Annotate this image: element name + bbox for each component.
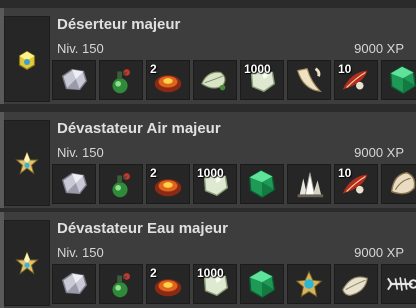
- drop-slot[interactable]: 2: [146, 264, 190, 304]
- yellow-crystal-icon: [18, 50, 36, 71]
- silver-ore-icon: [61, 272, 88, 295]
- drop-slot[interactable]: [381, 164, 416, 204]
- green-potion-icon: [112, 69, 130, 94]
- drop-slot[interactable]: 1000: [240, 60, 284, 100]
- drop-slot[interactable]: [52, 264, 96, 304]
- drop-slot[interactable]: [193, 60, 237, 100]
- drop-quantity: 1000: [244, 62, 271, 76]
- monster-portrait[interactable]: [4, 16, 50, 102]
- green-potion-icon: [112, 173, 130, 198]
- drop-slot[interactable]: [52, 60, 96, 100]
- drop-quantity: 2: [150, 166, 157, 180]
- drop-slot[interactable]: [287, 264, 331, 304]
- drop-slot[interactable]: [240, 164, 284, 204]
- monster-name: Dévastateur Air majeur: [57, 120, 221, 137]
- monster-name: Déserteur majeur: [57, 16, 181, 33]
- blue-amulet-icon: [295, 270, 323, 298]
- drop-slot[interactable]: 1000: [193, 264, 237, 304]
- monster-xp: 9000 XP: [354, 41, 404, 56]
- drop-slot[interactable]: [381, 60, 416, 100]
- silver-ore-icon: [61, 68, 88, 91]
- drop-quantity: 1000: [197, 266, 224, 280]
- drop-slot[interactable]: 2: [146, 60, 190, 100]
- monster-name: Dévastateur Eau majeur: [57, 220, 228, 237]
- drop-slot[interactable]: [334, 264, 378, 304]
- monster-level: Niv. 150: [57, 245, 104, 260]
- drop-slot[interactable]: [287, 60, 331, 100]
- monster-xp: 9000 XP: [354, 145, 404, 160]
- drop-list: 2 1000 10: [52, 60, 416, 100]
- drop-quantity: 2: [150, 62, 157, 76]
- drop-slot[interactable]: [99, 164, 143, 204]
- gold-star-crystal-icon: [15, 251, 39, 275]
- drop-quantity: 10: [338, 166, 352, 180]
- drop-slot[interactable]: 1000: [193, 164, 237, 204]
- monster-card[interactable]: Dévastateur Air majeur Niv. 150 9000 XP …: [0, 112, 416, 208]
- drop-list: 2 1000 10: [52, 164, 416, 204]
- fishbone-icon: [387, 277, 416, 291]
- monster-card[interactable]: Déserteur majeur Niv. 150 9000 XP 2 1000 1…: [0, 8, 416, 104]
- monster-card[interactable]: Dévastateur Eau majeur Niv. 150 9000 XP …: [0, 212, 416, 308]
- drop-quantity: 10: [338, 62, 352, 76]
- crystal-cluster-icon: [297, 172, 324, 198]
- drop-slot[interactable]: [99, 264, 143, 304]
- drop-list: 2 1000: [52, 264, 416, 304]
- monster-xp: 9000 XP: [354, 245, 404, 260]
- drop-slot[interactable]: [99, 60, 143, 100]
- drop-slot[interactable]: 10: [334, 164, 378, 204]
- drop-quantity: 2: [150, 266, 157, 280]
- monster-portrait[interactable]: [4, 120, 50, 206]
- drop-slot[interactable]: [240, 264, 284, 304]
- green-potion-icon: [112, 273, 130, 298]
- emerald-icon: [389, 65, 416, 95]
- drop-slot[interactable]: 10: [334, 60, 378, 100]
- drop-slot[interactable]: [52, 164, 96, 204]
- silver-ore-icon: [61, 172, 88, 195]
- bone-horn-icon: [296, 67, 322, 93]
- emerald-icon: [248, 169, 276, 199]
- emerald-icon: [248, 269, 276, 299]
- monster-level: Niv. 150: [57, 41, 104, 56]
- drop-slot[interactable]: 2: [146, 164, 190, 204]
- shell-icon: [390, 171, 416, 195]
- drop-slot[interactable]: [381, 264, 416, 304]
- pale-leaf-icon: [342, 276, 368, 296]
- drop-quantity: 1000: [197, 166, 224, 180]
- gold-star-crystal-icon: [15, 151, 39, 175]
- drop-slot[interactable]: [287, 164, 331, 204]
- monster-level: Niv. 150: [57, 145, 104, 160]
- monster-portrait[interactable]: [4, 220, 50, 306]
- white-leaf-icon: [201, 71, 226, 91]
